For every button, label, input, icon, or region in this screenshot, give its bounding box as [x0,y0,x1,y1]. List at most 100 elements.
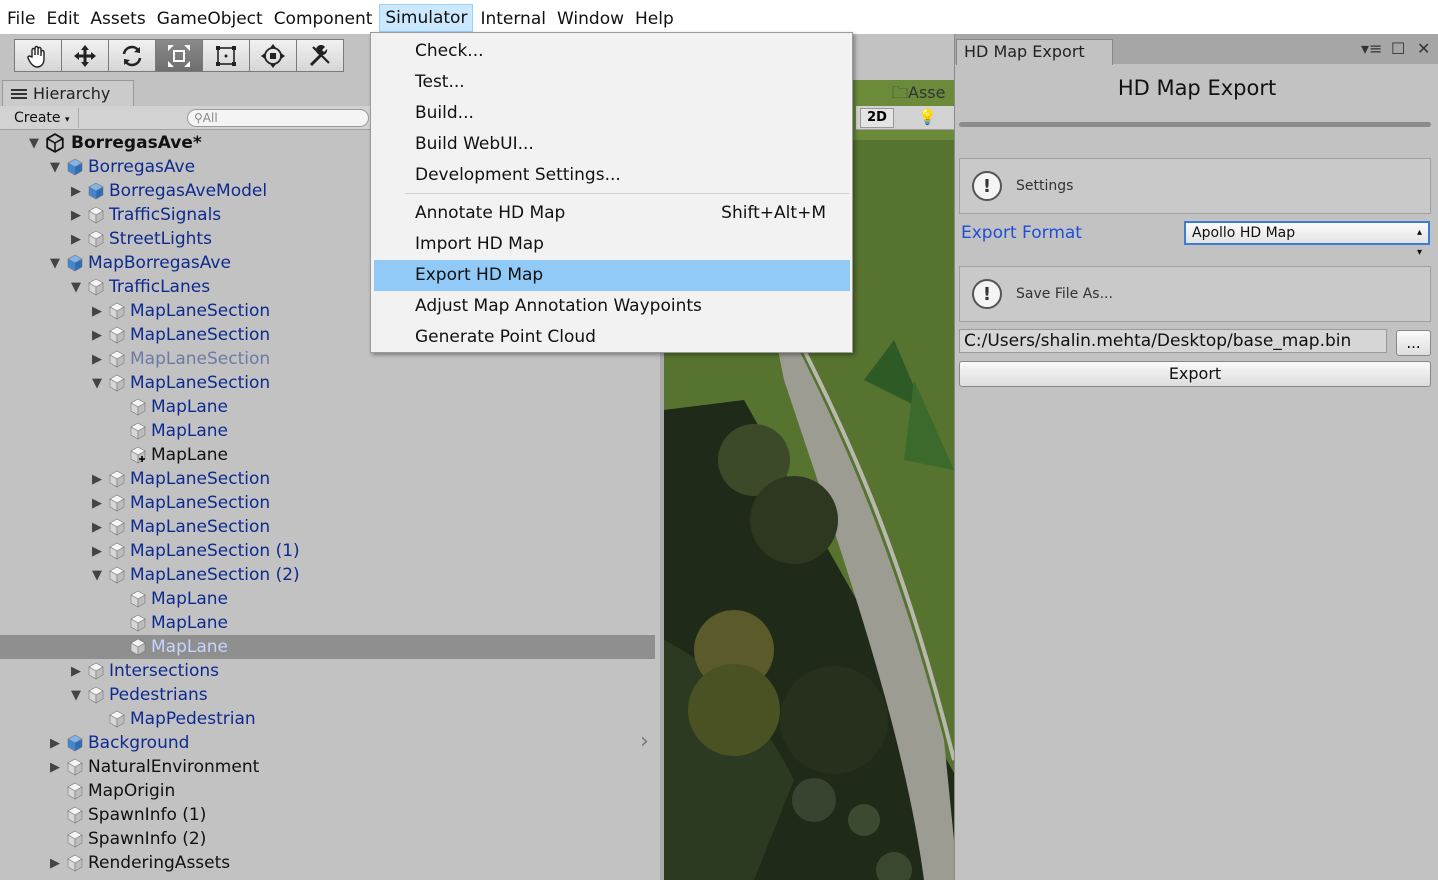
menu-window[interactable]: Window [553,2,628,32]
expand-right-icon[interactable]: ▶ [48,736,62,751]
move-tool-button[interactable] [61,39,109,72]
simulator-menu: Check... Test... Build... Build WebUI... Dev… [370,32,853,353]
expand-right-icon[interactable]: ▶ [48,760,62,775]
simulator-menu-item[interactable]: Build... [374,98,850,129]
tab-assets[interactable]: 🗀Asse [892,82,945,109]
expand-right-icon[interactable]: ▶ [90,496,104,511]
hierarchy-row[interactable]: MapPedestrian [0,707,655,731]
expand-down-icon[interactable]: ▼ [48,160,62,175]
simulator-menu-item[interactable]: Export HD Map [374,260,850,291]
expand-right-icon[interactable]: ▶ [90,352,104,367]
close-icon[interactable]: ✕ [1417,39,1430,58]
menu-help[interactable]: Help [631,2,678,32]
create-dropdown[interactable]: Create ▾ [6,108,79,128]
browse-button[interactable]: ... [1396,330,1431,356]
hierarchy-row[interactable]: MapLane [0,635,655,659]
hand-tool-button[interactable] [14,39,62,72]
export-button[interactable]: Export [959,361,1431,387]
hierarchy-row[interactable]: MapLane [0,419,655,443]
hierarchy-row[interactable]: ▶ MapLaneSection [0,467,655,491]
hierarchy-row[interactable]: MapLane [0,395,655,419]
expand-down-icon[interactable]: ▼ [27,136,41,151]
tab-hd-map-export[interactable]: HD Map Export [956,39,1113,65]
export-format-select[interactable]: Apollo HD Map ▴ ▾ [1184,221,1430,258]
expand-right-icon[interactable]: ▶ [69,184,83,199]
menu-assets[interactable]: Assets [86,2,149,32]
custom-tool-button[interactable] [296,39,344,72]
hierarchy-row[interactable]: SpawnInfo (2) [0,827,655,851]
expand-right-icon[interactable]: ▶ [69,232,83,247]
simulator-menu-item[interactable]: Generate Point Cloud [374,322,850,353]
expand-right-icon[interactable]: ▶ [69,208,83,223]
gameobject-cube-icon [130,422,146,440]
hierarchy-row[interactable]: ▶ MapLaneSection [0,515,655,539]
expand-right-icon[interactable]: ▶ [90,328,104,343]
hierarchy-row[interactable]: ▼ Pedestrians [0,683,655,707]
hierarchy-row[interactable]: MapLane [0,611,655,635]
search-placeholder: All [202,111,218,125]
lighting-icon[interactable]: 💡 [918,108,937,126]
tab-hierarchy[interactable]: Hierarchy [2,80,134,106]
expand-down-icon[interactable]: ▼ [90,376,104,391]
expand-right-icon[interactable]: ▶ [48,856,62,871]
menu-file[interactable]: File [3,2,39,32]
menu-component[interactable]: Component [270,2,377,32]
2d-toggle-button[interactable]: 2D [860,108,894,128]
simulator-menu-item[interactable]: Adjust Map Annotation Waypoints [374,291,850,322]
menu-simulator[interactable]: Simulator [379,4,474,32]
hierarchy-row[interactable]: MapLane [0,587,655,611]
expand-down-icon[interactable]: ▼ [90,568,104,583]
hierarchy-row[interactable]: ▼ MapLaneSection (2) [0,563,655,587]
menu-internal[interactable]: Internal [476,2,550,32]
expand-right-icon[interactable]: ▶ [90,520,104,535]
expand-right-icon[interactable]: ▶ [90,304,104,319]
hierarchy-row[interactable]: SpawnInfo (1) [0,803,655,827]
hierarchy-row[interactable]: ▶ Background [0,731,655,755]
transform-tool-button[interactable] [249,39,297,72]
gameobject-cube-icon [88,686,104,704]
hierarchy-row-label: NaturalEnvironment [88,757,260,777]
menu-edit[interactable]: Edit [42,2,83,32]
simulator-menu-item[interactable]: Test... [374,67,850,98]
hierarchy-row-label: TrafficSignals [109,205,222,225]
expand-right-icon[interactable]: ▶ [69,664,83,679]
expand-down-icon[interactable]: ▼ [69,280,83,295]
hierarchy-row[interactable]: ▼ MapLaneSection [0,371,655,395]
gameobject-cube-icon [130,398,146,416]
simulator-menu-item[interactable]: Annotate HD Map Shift+Alt+M [374,198,850,229]
hierarchy-row[interactable]: ▶ Intersections [0,659,655,683]
scale-tool-icon [168,44,190,67]
hierarchy-row[interactable]: ▶ MapLaneSection (1) [0,539,655,563]
file-path-input[interactable]: C:/Users/shalin.mehta/Desktop/base_map.b… [959,329,1387,353]
menu-item-label: Generate Point Cloud [415,327,596,347]
simulator-menu-item[interactable]: Import HD Map [374,229,850,260]
hierarchy-row[interactable]: ▶ NaturalEnvironment [0,755,655,779]
rect-tool-button[interactable] [202,39,250,72]
maximize-icon[interactable]: ☐ [1391,39,1405,58]
hierarchy-search-input[interactable]: ⚲All [187,109,369,127]
hierarchy-row-label: SpawnInfo (1) [88,805,207,825]
simulator-menu-item[interactable]: Check... [374,36,850,67]
chevron-right-icon[interactable]: › [640,729,649,754]
menu-icon[interactable]: ▾≡ [1361,39,1382,58]
simulator-menu-item[interactable]: Build WebUI... [374,129,850,160]
hierarchy-row[interactable]: ▶ RenderingAssets [0,851,655,875]
rotate-tool-button[interactable] [108,39,156,72]
expand-right-icon[interactable]: ▶ [90,544,104,559]
expand-right-icon[interactable]: ▶ [90,472,104,487]
menu-item-label: Import HD Map [415,234,544,254]
hierarchy-row[interactable]: ▶ MapLaneSection [0,491,655,515]
expand-down-icon[interactable]: ▼ [48,256,62,271]
gameobject-cube-icon [67,758,83,776]
expand-down-icon[interactable]: ▼ [69,688,83,703]
simulator-menu-item[interactable]: Development Settings... [374,160,850,191]
hierarchy-row-label: MapLaneSection (1) [130,541,300,561]
hierarchy-row[interactable]: MapOrigin [0,779,655,803]
rect-tool-icon [216,45,236,66]
hierarchy-row[interactable]: MapLane [0,443,655,467]
gameobject-cube-icon [109,542,125,560]
menu-gameobject[interactable]: GameObject [153,2,267,32]
scale-tool-button[interactable] [155,39,203,72]
